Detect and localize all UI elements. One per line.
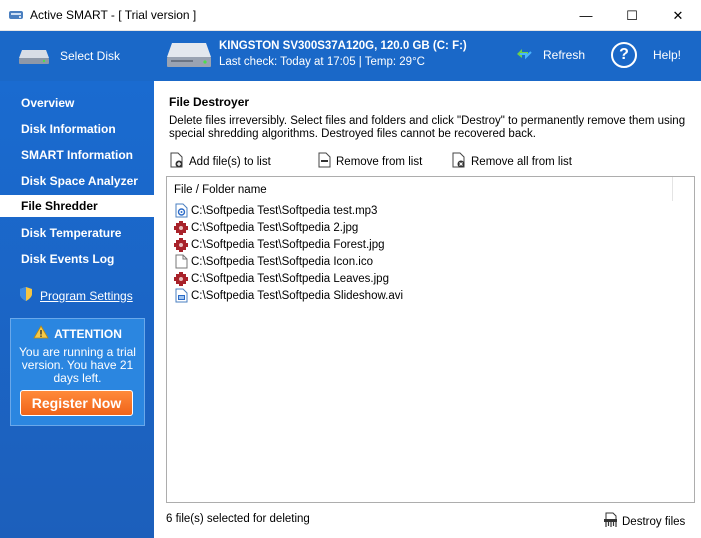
sidebar-item-disk-temperature[interactable]: Disk Temperature — [0, 222, 154, 244]
audio-file-icon — [173, 203, 189, 219]
main-panel: File Destroyer Delete files irreversibly… — [154, 81, 701, 538]
remove-all-button[interactable]: Remove all from list — [452, 152, 572, 171]
file-name: C:\Softpedia Test\Softpedia 2.jpg — [191, 221, 359, 234]
title-bar: Active SMART - [ Trial version ] — ☐ ✕ — [0, 0, 701, 31]
drive-status: Last check: Today at 17:05 | Temp: 29°C — [219, 56, 425, 68]
sidebar-item-disk-information[interactable]: Disk Information — [0, 118, 154, 140]
program-settings-label: Program Settings — [40, 288, 133, 303]
disk-icon — [18, 44, 50, 69]
remove-from-list-label: Remove from list — [336, 155, 423, 168]
add-file-icon — [169, 152, 184, 171]
help-label: Help! — [653, 48, 682, 62]
window-title: Active SMART - [ Trial version ] — [30, 8, 197, 22]
register-now-button[interactable]: Register Now — [20, 390, 133, 416]
file-name: C:\Softpedia Test\Softpedia Leaves.jpg — [191, 272, 389, 285]
header-bar: Select Disk KINGSTON SV300S37A120G, 120.… — [0, 31, 701, 81]
select-disk-button[interactable]: Select Disk — [18, 41, 120, 71]
close-button[interactable]: ✕ — [655, 0, 701, 31]
file-list[interactable]: File / Folder name C:\Softpedia Test\Sof… — [166, 176, 695, 503]
program-settings-link[interactable]: Program Settings — [18, 286, 133, 305]
blank-file-icon — [173, 254, 189, 270]
refresh-button[interactable]: Refresh — [515, 46, 585, 63]
help-button[interactable]: ? Help! — [611, 42, 681, 68]
image-file-icon — [173, 237, 189, 253]
sidebar-item-file-shredder[interactable]: File Shredder — [0, 195, 154, 217]
list-item[interactable]: C:\Softpedia Test\Softpedia Icon.ico — [173, 253, 373, 270]
select-disk-label: Select Disk — [60, 49, 121, 63]
warning-icon — [33, 325, 49, 342]
remove-from-list-button[interactable]: Remove from list — [318, 152, 422, 171]
add-files-button[interactable]: Add file(s) to list — [169, 152, 271, 171]
sidebar-item-smart-information[interactable]: SMART Information — [0, 144, 154, 166]
list-item[interactable]: C:\Softpedia Test\Softpedia Forest.jpg — [173, 236, 384, 253]
shredder-icon — [603, 512, 618, 531]
sidebar-item-disk-space-analyzer[interactable]: Disk Space Analyzer — [0, 170, 154, 192]
page-title: File Destroyer — [169, 95, 250, 109]
image-file-icon — [173, 220, 189, 236]
refresh-label: Refresh — [543, 47, 586, 62]
remove-all-icon — [452, 152, 466, 171]
destroy-files-button[interactable]: Destroy files — [603, 512, 685, 531]
file-name: C:\Softpedia Test\Softpedia Slideshow.av… — [191, 289, 404, 302]
trial-notice: ATTENTION You are running a trial versio… — [10, 318, 145, 426]
drive-name: KINGSTON SV300S37A120G, 120.0 GB (C: F:) — [219, 40, 467, 52]
drive-icon — [166, 39, 212, 74]
page-description: Delete files irreversibly. Select files … — [169, 115, 686, 140]
list-item[interactable]: C:\Softpedia Test\Softpedia 2.jpg — [173, 219, 358, 236]
attention-label: ATTENTION — [54, 326, 122, 341]
destroy-files-label: Destroy files — [622, 515, 686, 528]
file-name: C:\Softpedia Test\Softpedia Forest.jpg — [191, 238, 385, 251]
list-item[interactable]: C:\Softpedia Test\Softpedia test.mp3 — [173, 202, 377, 219]
file-name: C:\Softpedia Test\Softpedia Icon.ico — [191, 255, 373, 268]
remove-file-icon — [318, 152, 331, 171]
refresh-icon — [515, 46, 533, 63]
minimize-button[interactable]: — — [563, 0, 609, 31]
shield-icon — [18, 286, 34, 305]
column-header-file-name[interactable]: File / Folder name — [174, 184, 267, 196]
add-files-label: Add file(s) to list — [189, 155, 271, 168]
list-item[interactable]: C:\Softpedia Test\Softpedia Leaves.jpg — [173, 270, 389, 287]
trial-message: You are running a trial version. You hav… — [19, 345, 136, 385]
help-icon: ? — [611, 42, 637, 68]
image-file-icon — [173, 271, 189, 287]
remove-all-label: Remove all from list — [471, 155, 572, 168]
sidebar-item-overview[interactable]: Overview — [0, 92, 154, 114]
attention-heading: ATTENTION — [11, 325, 144, 342]
maximize-button[interactable]: ☐ — [609, 0, 655, 31]
list-item[interactable]: C:\Softpedia Test\Softpedia Slideshow.av… — [173, 287, 403, 304]
sidebar: Overview Disk Information SMART Informat… — [0, 81, 154, 538]
video-file-icon — [173, 288, 189, 304]
file-name: C:\Softpedia Test\Softpedia test.mp3 — [191, 204, 378, 217]
column-divider[interactable] — [672, 177, 673, 201]
sidebar-item-disk-events-log[interactable]: Disk Events Log — [0, 248, 154, 270]
status-text: 6 file(s) selected for deleting — [166, 513, 310, 525]
app-icon — [8, 7, 24, 23]
